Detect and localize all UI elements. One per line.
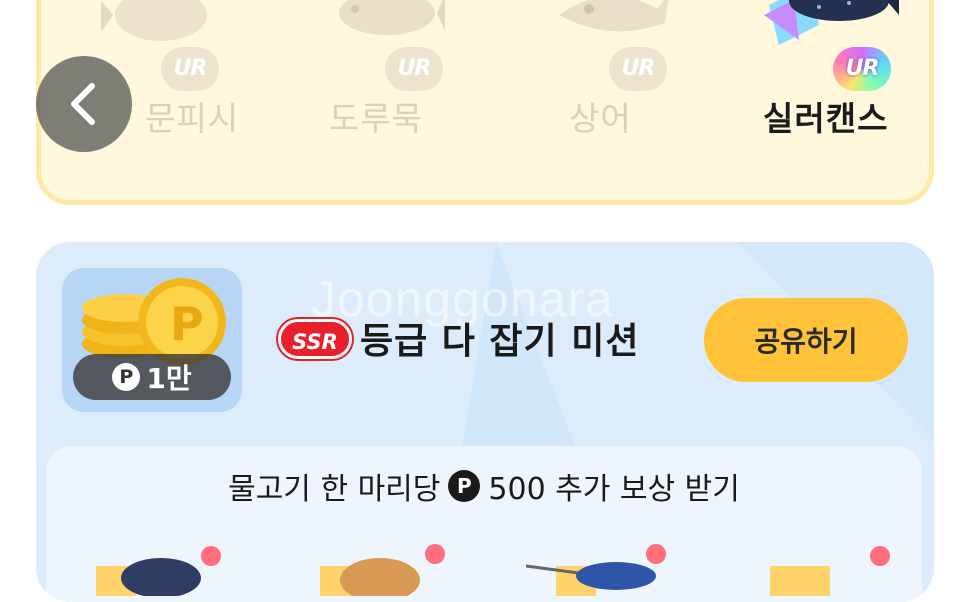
ssr-grade-badge: SSR xyxy=(278,319,352,359)
fish-item-sandfish[interactable]: UR 도루묵 xyxy=(305,0,465,175)
shark-image-icon xyxy=(559,0,669,32)
ssr-fish-2-icon xyxy=(320,544,445,596)
fish-name-label: 문피시 xyxy=(145,99,240,138)
ssr-fish-4-icon xyxy=(770,546,890,596)
ssr-mission-card: Joonggonara P P 1만 SSR 등급 다 잡기 미션 공유하기 물… xyxy=(36,242,934,602)
fish-item-coelacanth[interactable]: UR 실러캔스 xyxy=(753,0,933,175)
ur-badge: UR xyxy=(609,47,667,91)
bonus-panel: 물고기 한 마리당 P 500 추가 보상 받기 xyxy=(46,446,922,602)
fish-name-label: 도루묵 xyxy=(329,99,424,138)
moonfish-image-icon xyxy=(101,0,207,41)
coelacanth-image-icon xyxy=(764,0,899,45)
fish-item-shark[interactable]: UR 상어 xyxy=(529,0,689,175)
reward-tile: P P 1만 xyxy=(62,268,242,412)
fish-name-label: 상어 xyxy=(569,99,632,138)
point-icon: P xyxy=(112,363,141,391)
reward-amount-text: 1만 xyxy=(146,362,192,395)
bonus-suffix-text: 500 추가 보상 받기 xyxy=(488,472,740,507)
share-button[interactable]: 공유하기 xyxy=(704,298,908,382)
chevron-left-icon xyxy=(71,83,95,125)
fish-name-label: 실러캔스 xyxy=(763,99,889,138)
bonus-reward-text: 물고기 한 마리당 P 500 추가 보상 받기 xyxy=(46,464,922,508)
reward-amount-label: P 1만 xyxy=(73,354,231,400)
ssr-fish-3-icon xyxy=(526,544,666,596)
point-icon: P xyxy=(448,470,481,502)
ur-badge: UR xyxy=(161,47,219,91)
bonus-prefix-text: 물고기 한 마리당 xyxy=(228,472,441,507)
back-button[interactable] xyxy=(36,56,132,152)
fish-collection-card: UR 문피시 UR 도루묵 UR 상어 UR 실러캔스 xyxy=(36,0,934,205)
ssr-fish-1-icon xyxy=(96,546,221,596)
ur-badge: UR xyxy=(385,47,443,91)
mission-title: 등급 다 잡기 미션 xyxy=(360,321,640,362)
sandfish-image-icon xyxy=(339,0,445,35)
svg-text:P: P xyxy=(170,297,204,351)
ur-badge: UR xyxy=(833,47,891,91)
